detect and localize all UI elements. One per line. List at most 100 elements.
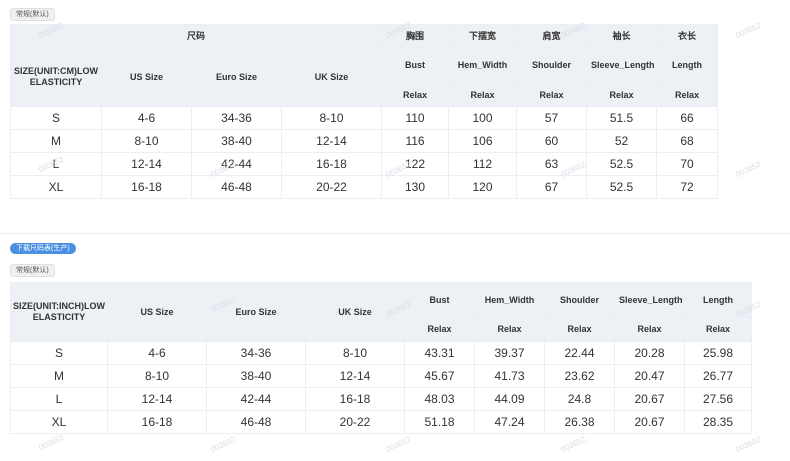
table-cell: 100	[448, 106, 518, 130]
table-cell: 8-10	[101, 129, 192, 153]
table-cell: 44.09	[474, 387, 545, 411]
table-row: M 8-10 38-40 12-14 45.67 41.73 23.62 20.…	[10, 364, 752, 388]
hem-width-cn-header: 下摆宽	[448, 24, 518, 48]
bust-header: Bust	[381, 47, 450, 84]
table-cell: 12-14	[101, 152, 192, 176]
table-cell: 26.77	[684, 364, 752, 388]
watermark: 003652	[209, 434, 238, 455]
watermark: 003652	[37, 432, 66, 453]
bust-cn-header: 胸围	[381, 24, 450, 48]
table-cell: 8-10	[280, 106, 383, 130]
size-label: L	[10, 387, 108, 411]
fit-label: Relax	[381, 83, 450, 107]
table-cell: 45.67	[404, 364, 475, 388]
table-cell: 4-6	[107, 341, 207, 365]
table-cell: 4-6	[101, 106, 192, 130]
fit-label: Relax	[544, 317, 615, 342]
table-cell: 38-40	[191, 129, 282, 153]
hem-width-header: Hem_Width	[448, 47, 518, 84]
table-cell: 46-48	[191, 175, 282, 199]
us-size-header: US Size	[101, 47, 192, 107]
us-size-header: US Size	[107, 282, 207, 342]
table-cell: 20.67	[614, 387, 685, 411]
table-cell: 41.73	[474, 364, 545, 388]
table-cell: 47.24	[474, 410, 545, 434]
table-cell: 106	[448, 129, 518, 153]
table-cell: 20-22	[305, 410, 405, 434]
table-cell: 52	[586, 129, 658, 153]
size-table-cm: 尺码 胸围 下摆宽 肩宽 袖长 衣长 SIZE(UNIT:CM)LOW ELAS…	[9, 24, 719, 199]
table-cell: 72	[656, 175, 719, 199]
sleeve-length-header: Sleeve_Length	[614, 282, 685, 318]
table-cell: 8-10	[107, 364, 207, 388]
fit-label: Relax	[684, 317, 752, 342]
shoulder-header: Shoulder	[516, 47, 588, 84]
table-cell: 34-36	[191, 106, 282, 130]
table-cell: 12-14	[305, 364, 405, 388]
size-label: M	[10, 364, 108, 388]
table-cell: 57	[516, 106, 588, 130]
table-cell: 116	[381, 129, 450, 153]
table-cell: 16-18	[101, 175, 192, 199]
table-cell: 34-36	[206, 341, 306, 365]
uk-size-header: UK Size	[305, 282, 405, 342]
length-header: Length	[656, 47, 719, 84]
watermark: 003652	[734, 434, 763, 455]
table-cell: 16-18	[107, 410, 207, 434]
table-cell: 24.8	[544, 387, 615, 411]
table-cell: 48.03	[404, 387, 475, 411]
table-cell: 12-14	[280, 129, 383, 153]
size-label: XL	[10, 410, 108, 434]
table-cell: 68	[656, 129, 719, 153]
table-cell: 51.18	[404, 410, 475, 434]
length-header: Length	[684, 282, 752, 318]
default-tag-bottom: 常规(默认)	[10, 264, 55, 277]
table-row: XL 16-18 46-48 20-22 51.18 47.24 26.38 2…	[10, 410, 752, 434]
download-size-chart-button[interactable]: 下载尺码表(生产)	[10, 243, 76, 254]
table-row: XL 16-18 46-48 20-22 130 120 67 52.5 72	[10, 175, 719, 199]
table-cell: 8-10	[305, 341, 405, 365]
sleeve-length-cn-header: 袖长	[586, 24, 658, 48]
uk-size-header: UK Size	[280, 47, 383, 107]
table-cell: 42-44	[191, 152, 282, 176]
table-cell: 46-48	[206, 410, 306, 434]
fit-label: Relax	[586, 83, 658, 107]
table-row: L 12-14 42-44 16-18 122 112 63 52.5 70	[10, 152, 719, 176]
section-divider	[0, 233, 790, 234]
fit-label: Relax	[448, 83, 518, 107]
unit-header: SIZE(UNIT:INCH)LOW ELASTICITY	[10, 282, 108, 342]
table-cell: 23.62	[544, 364, 615, 388]
fit-label: Relax	[656, 83, 719, 107]
table-cell: 20.67	[614, 410, 685, 434]
table-cell: 27.56	[684, 387, 752, 411]
table-cell: 42-44	[206, 387, 306, 411]
fit-label: Relax	[404, 317, 475, 342]
table-cell: 60	[516, 129, 588, 153]
size-group-header: 尺码	[9, 24, 383, 48]
table-cell: 20-22	[280, 175, 383, 199]
fit-label: Relax	[474, 317, 545, 342]
table-cell: 43.31	[404, 341, 475, 365]
table-cell: 130	[381, 175, 450, 199]
size-label: M	[10, 129, 102, 153]
table-row: M 8-10 38-40 12-14 116 106 60 52 68	[10, 129, 719, 153]
table-cell: 66	[656, 106, 719, 130]
hem-width-header: Hem_Width	[474, 282, 545, 318]
table-cell: 63	[516, 152, 588, 176]
table-cell: 20.47	[614, 364, 685, 388]
table-cell: 67	[516, 175, 588, 199]
size-label: L	[10, 152, 102, 176]
size-table-inch: SIZE(UNIT:INCH)LOW ELASTICITY US Size Eu…	[10, 282, 752, 434]
watermark: 003652	[734, 20, 763, 41]
table-cell: 120	[448, 175, 518, 199]
fit-label: Relax	[516, 83, 588, 107]
size-label: S	[10, 341, 108, 365]
table-cell: 12-14	[107, 387, 207, 411]
size-label: XL	[10, 175, 102, 199]
table-cell: 70	[656, 152, 719, 176]
table-cell: 16-18	[305, 387, 405, 411]
table-cell: 26.38	[544, 410, 615, 434]
size-label: S	[10, 106, 102, 130]
euro-size-header: Euro Size	[206, 282, 306, 342]
table-cell: 110	[381, 106, 450, 130]
